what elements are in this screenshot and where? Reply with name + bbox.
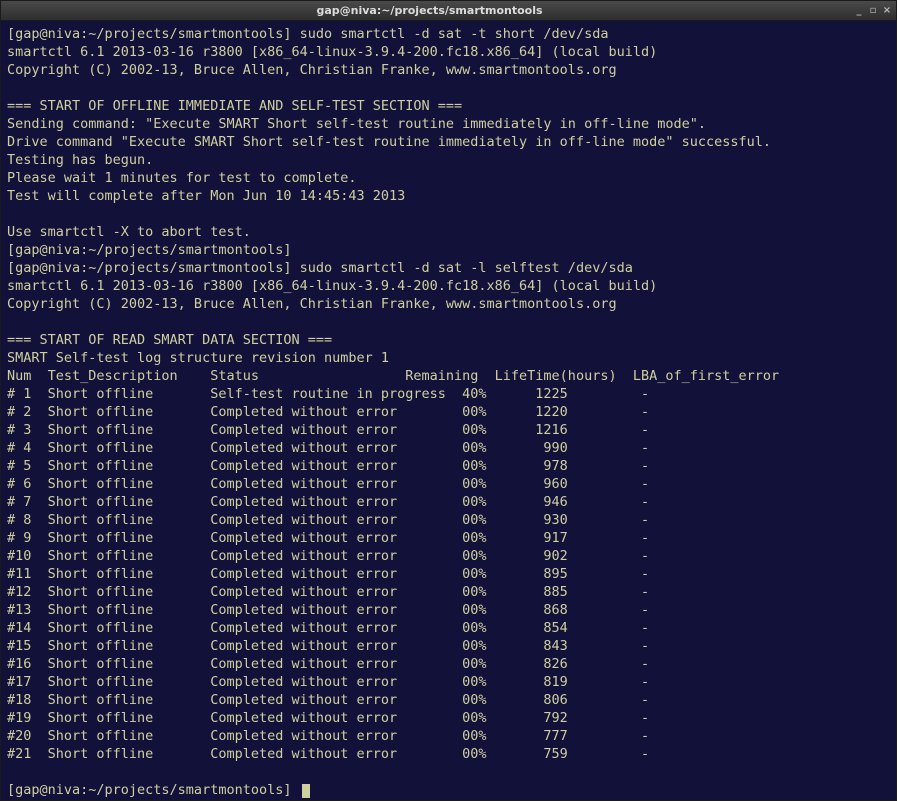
cursor: [302, 784, 310, 798]
window-controls: _ ▫ ×: [854, 6, 892, 16]
titlebar[interactable]: gap@niva:~/projects/smartmontools _ ▫ ×: [1, 1, 896, 21]
minimize-icon[interactable]: _: [854, 6, 864, 16]
terminal-window: gap@niva:~/projects/smartmontools _ ▫ × …: [0, 0, 897, 801]
maximize-icon[interactable]: ▫: [868, 6, 878, 16]
close-icon[interactable]: ×: [882, 6, 892, 16]
terminal-body[interactable]: [gap@niva:~/projects/smartmontools] sudo…: [1, 21, 896, 800]
window-title: gap@niva:~/projects/smartmontools: [5, 4, 854, 17]
